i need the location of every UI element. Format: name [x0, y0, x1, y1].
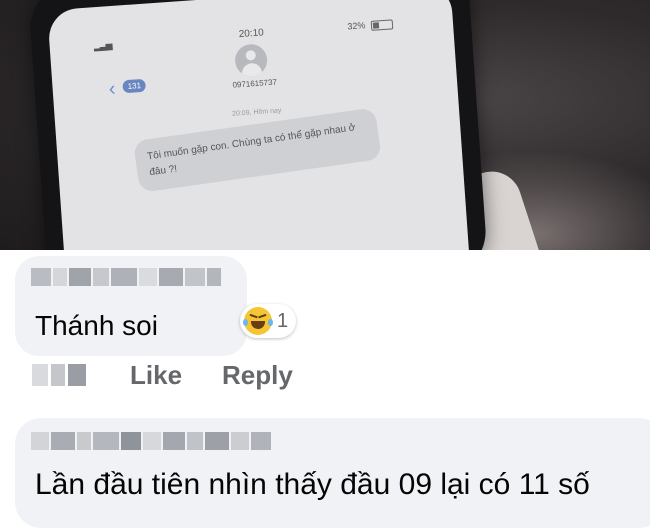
- comment-text: Lần đầu tiên nhìn thấy đầu 09 lại có 11 …: [35, 468, 590, 501]
- avatar-body: [241, 62, 263, 78]
- blurred-commenter-name: [31, 268, 221, 286]
- comment-bubble: Lần đầu tiên nhìn thấy đầu 09 lại có 11 …: [15, 418, 650, 528]
- blurred-timestamp: [32, 364, 86, 386]
- phone-photo: ▂▃▅ 20:10 32% ‹ 131 0971615737 20:09, Hô…: [0, 0, 650, 250]
- like-button[interactable]: Like: [130, 360, 182, 391]
- contact-avatar[interactable]: [234, 43, 269, 78]
- phone-screen: ▂▃▅ 20:10 32% ‹ 131 0971615737 20:09, Hô…: [47, 0, 471, 250]
- laughing-emoji-icon: [243, 307, 273, 335]
- comment-text: Thánh soi: [35, 310, 158, 341]
- battery-icon: [370, 18, 394, 31]
- reply-button[interactable]: Reply: [222, 360, 293, 391]
- battery-percent: 32%: [347, 20, 366, 32]
- battery-indicator: 32%: [347, 18, 394, 32]
- phone-device: ▂▃▅ 20:10 32% ‹ 131 0971615737 20:09, Hô…: [27, 0, 489, 250]
- avatar-head: [245, 49, 257, 61]
- blurred-commenter-name: [31, 432, 271, 450]
- reaction-count: 1: [277, 309, 289, 332]
- reaction-summary[interactable]: 1: [240, 304, 297, 338]
- comment-bubble: Thánh soi: [15, 256, 247, 356]
